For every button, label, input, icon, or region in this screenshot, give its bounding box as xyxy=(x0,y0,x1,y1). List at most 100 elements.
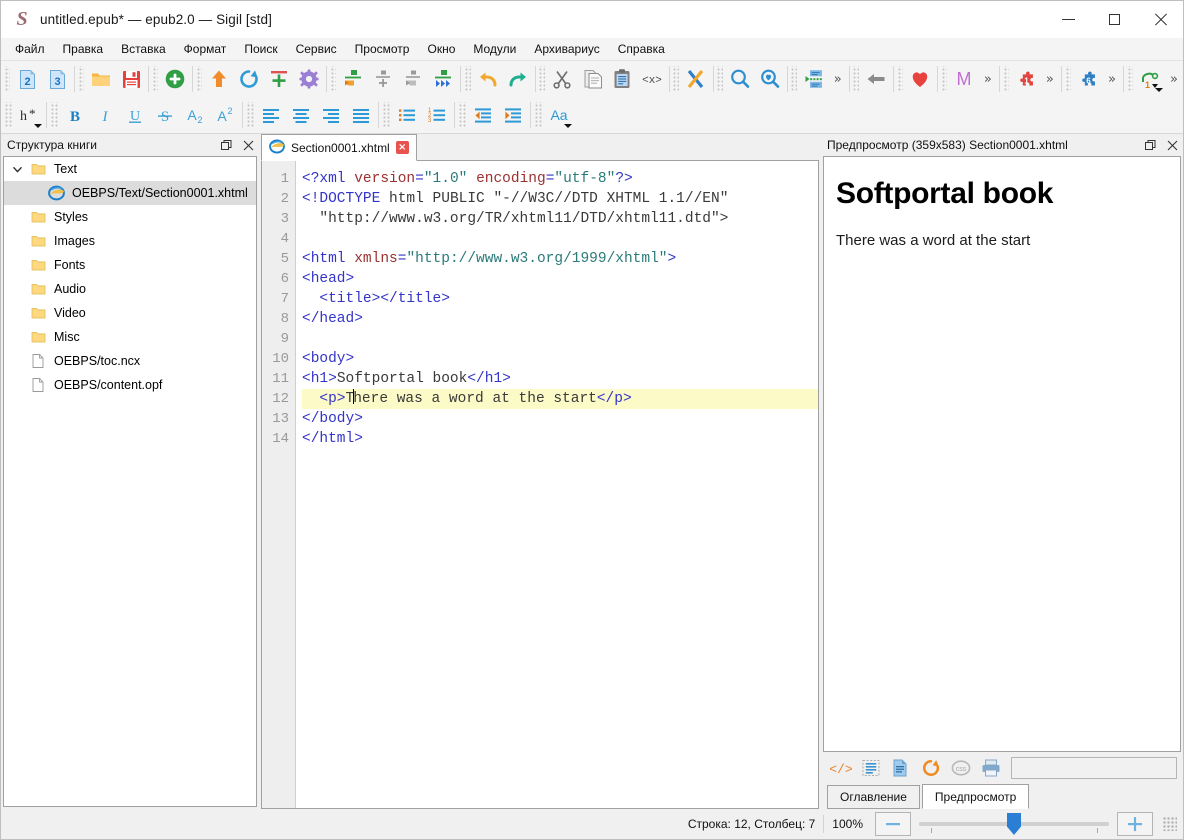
plugin-red-icon[interactable]: 1 xyxy=(1011,64,1041,94)
epub3-icon[interactable]: 3 xyxy=(42,64,72,94)
code-line[interactable]: <!DOCTYPE html PUBLIC "-//W3C//DTD XHTML… xyxy=(302,189,818,209)
menu-archivist[interactable]: Архивариус xyxy=(525,40,608,58)
toolbar-grip[interactable] xyxy=(383,102,390,128)
tab-table-of-contents[interactable]: Оглавление xyxy=(827,785,920,809)
toolbar-grip[interactable] xyxy=(459,102,466,128)
restore-icon[interactable] xyxy=(1139,135,1161,155)
code-line[interactable]: <head> xyxy=(302,269,818,289)
toolbar-grip[interactable] xyxy=(331,66,336,92)
reload-preview-icon[interactable] xyxy=(917,754,945,782)
index-editor-icon[interactable] xyxy=(799,64,829,94)
menu-file[interactable]: Файл xyxy=(6,40,54,58)
code-line[interactable]: <html xmlns="http://www.w3.org/1999/xhtm… xyxy=(302,249,818,269)
tree-item-audio-folder[interactable]: Audio xyxy=(4,277,256,301)
epub2-icon[interactable]: 2 xyxy=(12,64,42,94)
code-line[interactable]: </html> xyxy=(302,429,818,449)
paste-clipboard-history-icon[interactable]: <x> xyxy=(637,64,667,94)
toolbar-grip[interactable] xyxy=(247,102,254,128)
tree-item-images-folder[interactable]: Images xyxy=(4,229,256,253)
minimize-button[interactable] xyxy=(1045,1,1091,37)
toolbar-grip[interactable] xyxy=(153,66,158,92)
tree-item-video-folder[interactable]: Video xyxy=(4,301,256,325)
toolbar-overflow-chevron-icon[interactable]: » xyxy=(979,72,997,87)
align-right-icon[interactable] xyxy=(316,100,346,130)
remove-split-icon[interactable] xyxy=(398,64,428,94)
toolbar-grip[interactable] xyxy=(535,102,542,128)
code-line[interactable] xyxy=(302,329,818,349)
underline-icon[interactable]: U xyxy=(120,100,150,130)
strikethrough-icon[interactable]: S xyxy=(150,100,180,130)
menu-plugins[interactable]: Модули xyxy=(464,40,525,58)
plugin-blue-icon[interactable]: 6 xyxy=(1073,64,1103,94)
menu-format[interactable]: Формат xyxy=(175,40,236,58)
toolbar-overflow-chevron-icon[interactable]: » xyxy=(1165,72,1183,87)
case-change-icon[interactable]: Aa xyxy=(544,100,574,130)
toolbar-grip[interactable] xyxy=(539,66,544,92)
align-center-icon[interactable] xyxy=(286,100,316,130)
print-preview-icon[interactable] xyxy=(977,754,1005,782)
split-marker-icon[interactable] xyxy=(338,64,368,94)
menu-help[interactable]: Справка xyxy=(609,40,674,58)
open-folder-icon[interactable] xyxy=(86,64,116,94)
tree-item-section0001[interactable]: OEBPS/Text/Section0001.xhtml xyxy=(4,181,256,205)
tab-section0001-xhtml[interactable]: Section0001.xhtml × xyxy=(261,134,417,161)
toolbar-grip[interactable] xyxy=(673,66,678,92)
toolbar-grip[interactable] xyxy=(791,66,796,92)
toolbar-grip[interactable] xyxy=(1004,66,1009,92)
close-button[interactable] xyxy=(1137,1,1183,37)
heading-style-icon[interactable]: h* xyxy=(14,100,44,130)
copy-icon[interactable] xyxy=(577,64,607,94)
tree-item-misc-folder[interactable]: Misc xyxy=(4,325,256,349)
inspect-element-icon[interactable] xyxy=(857,754,885,782)
spellcheck-icon[interactable] xyxy=(681,64,711,94)
undo-icon[interactable] xyxy=(473,64,503,94)
code-line[interactable]: <title></title> xyxy=(302,289,818,309)
bullet-list-icon[interactable] xyxy=(392,100,422,130)
css-reload-icon[interactable]: css xyxy=(947,754,975,782)
mail-m-icon[interactable]: M xyxy=(949,64,979,94)
toolbar-grip[interactable] xyxy=(942,66,947,92)
italic-icon[interactable]: I xyxy=(90,100,120,130)
bold-icon[interactable]: B xyxy=(60,100,90,130)
resize-grip-icon[interactable] xyxy=(1163,817,1177,831)
superscript-icon[interactable]: A2 xyxy=(210,100,240,130)
find-replace-icon[interactable] xyxy=(725,64,755,94)
menu-search[interactable]: Поиск xyxy=(235,40,286,58)
menu-view[interactable]: Просмотр xyxy=(346,40,419,58)
zoom-slider[interactable] xyxy=(919,813,1109,835)
menu-insert[interactable]: Вставка xyxy=(112,40,175,58)
code-line[interactable]: <?xml version="1.0" encoding="utf-8"?> xyxy=(302,169,818,189)
toolbar-grip[interactable] xyxy=(79,66,84,92)
paste-icon[interactable] xyxy=(607,64,637,94)
code-line[interactable]: <h1>Softportal book</h1> xyxy=(302,369,818,389)
tab-preview[interactable]: Предпросмотр xyxy=(922,784,1029,809)
redo-icon[interactable] xyxy=(503,64,533,94)
tree-item-styles-folder[interactable]: Styles xyxy=(4,205,256,229)
toolbar-grip[interactable] xyxy=(5,66,10,92)
close-icon[interactable] xyxy=(1161,135,1183,155)
tree-item-text-folder[interactable]: Text xyxy=(4,157,256,181)
code-line[interactable]: "http://www.w3.org/TR/xhtml11/DTD/xhtml1… xyxy=(302,209,818,229)
cut-icon[interactable] xyxy=(547,64,577,94)
book-browser-tree[interactable]: Text OEBPS/Text/Section0001.xhtml Style xyxy=(3,156,257,807)
tree-item-content-opf[interactable]: OEBPS/content.opf xyxy=(4,373,256,397)
add-metadata-icon[interactable] xyxy=(264,64,294,94)
toolbar-grip[interactable] xyxy=(465,66,470,92)
toolbar-grip[interactable] xyxy=(197,66,202,92)
align-justify-icon[interactable] xyxy=(346,100,376,130)
toolbar-grip[interactable] xyxy=(5,102,12,128)
align-left-icon[interactable] xyxy=(256,100,286,130)
chevron-down-icon[interactable] xyxy=(8,164,26,175)
numbered-list-icon[interactable]: 123 xyxy=(422,100,452,130)
back-arrow-icon[interactable] xyxy=(861,64,891,94)
reload-icon[interactable] xyxy=(234,64,264,94)
tree-item-toc-ncx[interactable]: OEBPS/toc.ncx xyxy=(4,349,256,373)
code-editor[interactable]: 1234567891011121314 <?xml version="1.0" … xyxy=(261,161,819,809)
restore-icon[interactable] xyxy=(215,135,237,155)
open-in-editor-icon[interactable] xyxy=(887,754,915,782)
code-line[interactable]: <body> xyxy=(302,349,818,369)
outdent-icon[interactable] xyxy=(468,100,498,130)
view-source-icon[interactable]: </> xyxy=(827,754,855,782)
insert-split-icon[interactable] xyxy=(368,64,398,94)
tree-item-fonts-folder[interactable]: Fonts xyxy=(4,253,256,277)
